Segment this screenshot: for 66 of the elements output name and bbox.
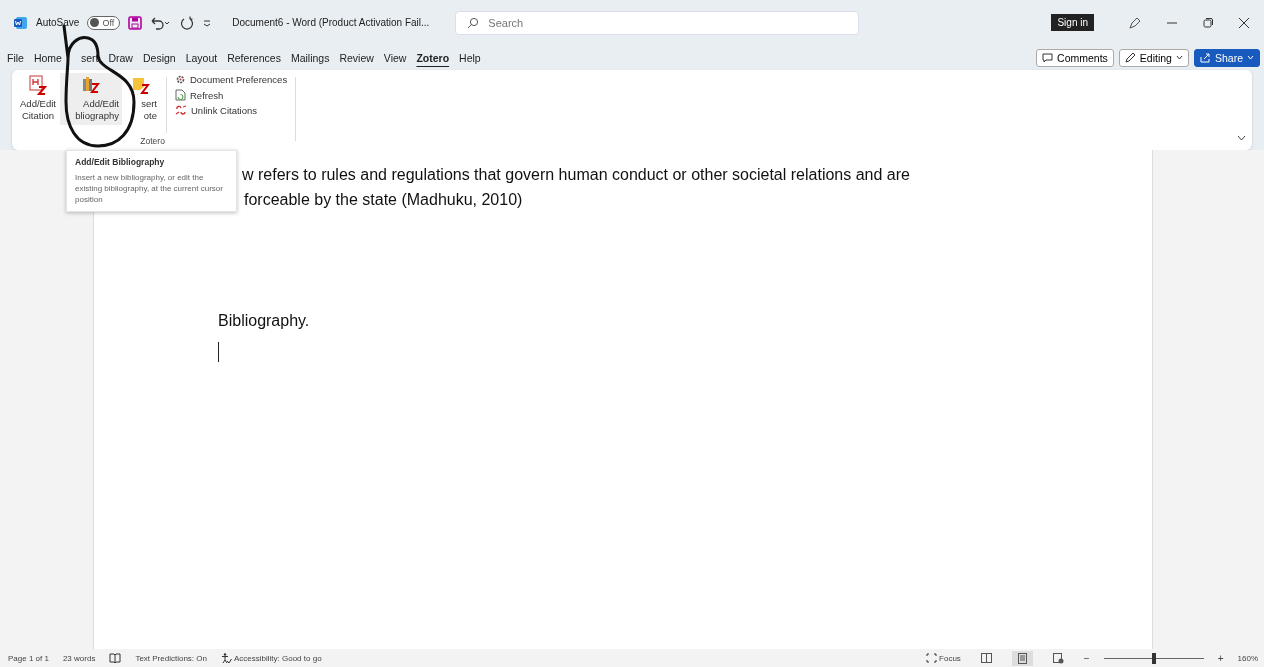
books-z-icon (82, 75, 100, 95)
book-icon[interactable] (109, 652, 122, 664)
menu-tab[interactable]: Mailings (285, 48, 335, 67)
menu-tab[interactable]: Help (454, 48, 486, 67)
zoom-in-button[interactable]: + (1217, 652, 1224, 664)
ribbon-button[interactable]: Refresh (173, 88, 290, 102)
refresh-icon (175, 89, 186, 101)
group-label: Zotero (140, 136, 165, 146)
text-predictions[interactable]: Text Predictions: On (135, 653, 207, 663)
ribbon-button[interactable]: Document Preferences (173, 73, 290, 86)
share-button[interactable]: Share (1193, 48, 1260, 67)
tooltip-text: Insert a new bibliography, or edit the existing bibliography, at the current cursor position (75, 173, 224, 206)
chevron-icon[interactable] (1237, 135, 1246, 141)
print-layout-button[interactable] (1011, 650, 1033, 666)
menu-tab[interactable]: References (222, 48, 286, 67)
word-logo-icon[interactable] (14, 15, 28, 30)
document-z-icon (29, 75, 47, 95)
zoom-out-button[interactable]: − (1083, 652, 1090, 664)
ribbon-button[interactable]: Add/Edit Citation (16, 73, 60, 125)
restore-icon[interactable] (1202, 16, 1214, 29)
accessibility-status[interactable]: Accessibility: Good to go (221, 652, 322, 664)
menu-tab[interactable]: Zotero (411, 48, 455, 67)
document-title: Document6 - Word (Product Activation Fail... (232, 17, 430, 28)
menu-tab[interactable]: Draw (103, 48, 138, 67)
save-icon[interactable] (128, 15, 143, 30)
heading-text: Bibliography. (218, 312, 311, 330)
zoom-level[interactable]: 160% (1237, 653, 1258, 663)
redo-icon[interactable] (180, 15, 195, 30)
menu-tab[interactable]: Design (137, 48, 181, 67)
share-icon (1199, 52, 1211, 63)
text-cursor (218, 342, 219, 362)
search-field[interactable]: Search (455, 10, 860, 35)
caret-icon (1247, 55, 1254, 60)
web-page-icon (1052, 652, 1064, 664)
ribbon-button[interactable]: Unlink Citations (173, 104, 290, 117)
pen-icon[interactable] (1128, 15, 1142, 30)
comment-icon (1042, 52, 1054, 63)
autosave-label: AutoSave (36, 17, 80, 28)
editing-button[interactable]: Editing (1118, 48, 1189, 67)
word-count[interactable]: 23 words (62, 653, 96, 663)
tooltip-title: Add/Edit Bibliography (75, 157, 166, 167)
focus-button[interactable]: Focus (926, 653, 961, 663)
body-text: w refers to rules and regulations that govern human conduct or other societal relations and are (241, 165, 911, 185)
slider-thumb[interactable] (1151, 652, 1156, 664)
menu-tab[interactable]: Layout (180, 48, 223, 67)
autosave-toggle[interactable]: Off (87, 15, 121, 30)
broken-link-icon (175, 105, 187, 116)
menu-tab[interactable]: File (2, 48, 29, 67)
close-icon[interactable] (1238, 16, 1250, 29)
ribbon-button[interactable]: Add/Edit bliography (60, 73, 122, 125)
comments-button[interactable]: Comments (1036, 48, 1114, 67)
caret-icon (1175, 55, 1183, 60)
focus-icon (926, 653, 938, 663)
open-book-icon (980, 653, 992, 663)
menu-tab[interactable]: Review (334, 48, 379, 67)
note-z-icon (132, 75, 150, 95)
ribbon-button[interactable]: sert ote (122, 73, 160, 125)
accessibility-icon (221, 652, 232, 664)
pencil-icon (1124, 52, 1136, 63)
menu-tab[interactable]: View (378, 48, 412, 67)
gear-icon (175, 74, 186, 85)
sign-in-button[interactable]: Sign in (1051, 14, 1094, 31)
customize-icon[interactable] (202, 17, 213, 28)
menu-tab[interactable]: Home (28, 48, 67, 67)
page-icon (1017, 652, 1027, 664)
page-count[interactable]: Page 1 of 1 (8, 653, 49, 663)
